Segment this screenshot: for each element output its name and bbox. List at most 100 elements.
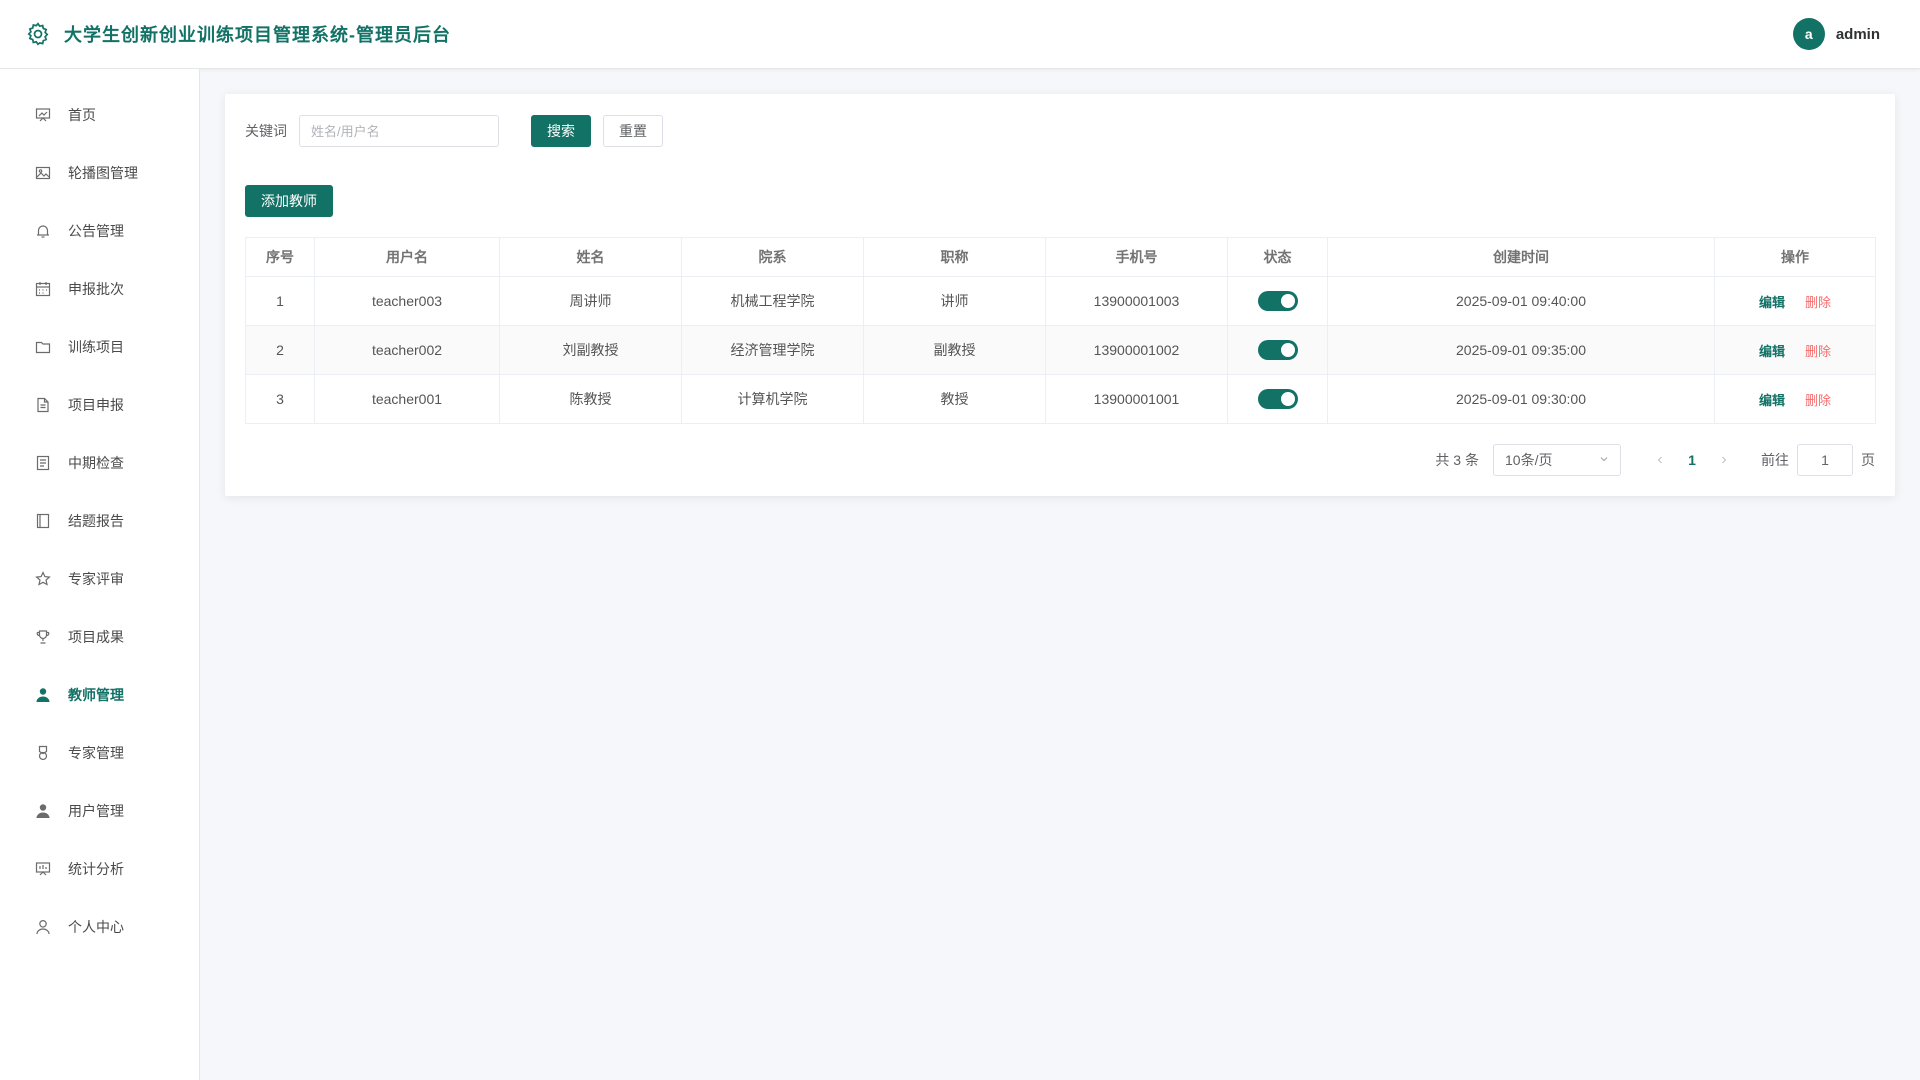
cell-index: 3: [245, 374, 315, 424]
page-size-select[interactable]: 10条/页: [1493, 444, 1621, 476]
cell-created: 2025-09-01 09:40:00: [1327, 276, 1715, 326]
status-toggle[interactable]: [1257, 291, 1298, 311]
edit-button[interactable]: 编辑: [1759, 295, 1785, 310]
goto-label: 前往: [1761, 452, 1789, 468]
sidebar-item-projects[interactable]: 训练项目: [0, 318, 199, 376]
chevron-right-icon: [1722, 456, 1727, 464]
cell-actions: 编辑 删除: [1714, 374, 1876, 424]
delete-button[interactable]: 删除: [1805, 295, 1831, 310]
table-header-row: 序号 用户名 姓名 院系 职称 手机号 状态 创建时间 操作: [245, 237, 1876, 277]
prev-page-button[interactable]: [1645, 452, 1675, 468]
sidebar-item-home[interactable]: 首页: [0, 86, 199, 144]
sidebar-item-label: 统计分析: [68, 861, 124, 877]
column-header: 手机号: [1045, 237, 1228, 277]
bell-icon: [34, 222, 52, 240]
tickets-icon: [34, 454, 52, 472]
reset-button[interactable]: 重置: [603, 115, 663, 147]
cell-phone: 13900001001: [1045, 374, 1228, 424]
status-toggle[interactable]: [1257, 340, 1298, 360]
column-header: 序号: [245, 237, 315, 277]
search-input[interactable]: [299, 115, 499, 147]
notebook-icon: [34, 512, 52, 530]
column-header: 院系: [681, 237, 864, 277]
pagination: 共 3 条 10条/页 1 前往 页: [1435, 444, 1875, 476]
edit-button[interactable]: 编辑: [1759, 393, 1785, 408]
column-header: 创建时间: [1327, 237, 1715, 277]
sidebar-item-applications[interactable]: 项目申报: [0, 376, 199, 434]
column-header: 操作: [1714, 237, 1876, 277]
username[interactable]: admin: [1836, 26, 1880, 43]
sidebar-item-users[interactable]: 用户管理: [0, 782, 199, 840]
sidebar-item-label: 首页: [68, 107, 96, 123]
sidebar-item-label: 项目成果: [68, 629, 124, 645]
user-menu[interactable]: a admin: [1792, 18, 1880, 50]
next-page-button[interactable]: [1709, 452, 1739, 468]
goto-suffix: 页: [1861, 452, 1875, 468]
keyword-label: 关键词: [245, 123, 287, 139]
user-filled-icon: [34, 686, 52, 704]
search-button[interactable]: 搜索: [531, 115, 591, 147]
search-form: 关键词 搜索 重置: [245, 115, 663, 147]
cell-title: 副教授: [863, 325, 1046, 375]
chevron-down-icon: [1599, 454, 1609, 467]
sidebar-item-label: 中期检查: [68, 455, 124, 471]
sidebar-item-label: 轮播图管理: [68, 165, 138, 181]
calendar-icon: [34, 280, 52, 298]
user-filled-icon: [34, 802, 52, 820]
toggle-knob: [1280, 392, 1295, 406]
chart-board-icon: [34, 106, 52, 124]
column-header: 状态: [1227, 237, 1328, 277]
page-number-current[interactable]: 1: [1675, 452, 1709, 468]
sidebar-item-experts[interactable]: 专家管理: [0, 724, 199, 782]
avatar[interactable]: a: [1792, 18, 1825, 50]
cell-actions: 编辑 删除: [1714, 325, 1876, 375]
sidebar-item-label: 训练项目: [68, 339, 124, 355]
sidebar-item-batches[interactable]: 申报批次: [0, 260, 199, 318]
folder-icon: [34, 338, 52, 356]
teacher-management-card: 关键词 搜索 重置 添加教师 序号 用户名 姓名 院系 职称 手机号 状态 创建…: [225, 94, 1895, 496]
cell-title: 讲师: [863, 276, 1046, 326]
medal-icon: [34, 744, 52, 762]
cell-department: 机械工程学院: [681, 276, 864, 326]
status-toggle[interactable]: [1257, 389, 1298, 409]
cell-username: teacher003: [314, 276, 500, 326]
user-icon: [34, 918, 52, 936]
cell-name: 陈教授: [499, 374, 682, 424]
sidebar-item-label: 公告管理: [68, 223, 124, 239]
table-row: 3 teacher001 陈教授 计算机学院 教授 13900001001 20…: [245, 374, 1876, 424]
top-header: 大学生创新创业训练项目管理系统-管理员后台 a admin: [0, 0, 1920, 69]
sidebar-item-final-report[interactable]: 结题报告: [0, 492, 199, 550]
chevron-left-icon: [1657, 456, 1662, 464]
sidebar-item-carousel[interactable]: 轮播图管理: [0, 144, 199, 202]
cell-actions: 编辑 删除: [1714, 276, 1876, 326]
toggle-knob: [1280, 343, 1295, 357]
column-header: 姓名: [499, 237, 682, 277]
total-count: 共 3 条: [1435, 452, 1479, 468]
sidebar-item-label: 教师管理: [68, 687, 124, 703]
sidebar-item-label: 个人中心: [68, 919, 124, 935]
add-teacher-button[interactable]: 添加教师: [245, 185, 333, 217]
sidebar-item-profile[interactable]: 个人中心: [0, 898, 199, 956]
cell-status: [1227, 276, 1328, 326]
sidebar: 首页 轮播图管理 公告管理 申报批次 训练项目 项目申报 中期检查 结题报告 专…: [0, 69, 200, 1080]
cell-status: [1227, 374, 1328, 424]
delete-button[interactable]: 删除: [1805, 344, 1831, 359]
cell-name: 周讲师: [499, 276, 682, 326]
picture-icon: [34, 164, 52, 182]
goto-page-input[interactable]: [1797, 444, 1853, 476]
sidebar-item-teachers[interactable]: 教师管理: [0, 666, 199, 724]
cell-phone: 13900001002: [1045, 325, 1228, 375]
delete-button[interactable]: 删除: [1805, 393, 1831, 408]
trophy-icon: [34, 628, 52, 646]
data-board-icon: [34, 860, 52, 878]
teacher-table: 序号 用户名 姓名 院系 职称 手机号 状态 创建时间 操作 1 teacher…: [245, 237, 1876, 424]
sidebar-item-label: 项目申报: [68, 397, 124, 413]
sidebar-item-expert-review[interactable]: 专家评审: [0, 550, 199, 608]
sidebar-item-midterm[interactable]: 中期检查: [0, 434, 199, 492]
cell-index: 1: [245, 276, 315, 326]
edit-button[interactable]: 编辑: [1759, 344, 1785, 359]
sidebar-item-achievements[interactable]: 项目成果: [0, 608, 199, 666]
sidebar-item-statistics[interactable]: 统计分析: [0, 840, 199, 898]
sidebar-item-announcements[interactable]: 公告管理: [0, 202, 199, 260]
cell-username: teacher002: [314, 325, 500, 375]
